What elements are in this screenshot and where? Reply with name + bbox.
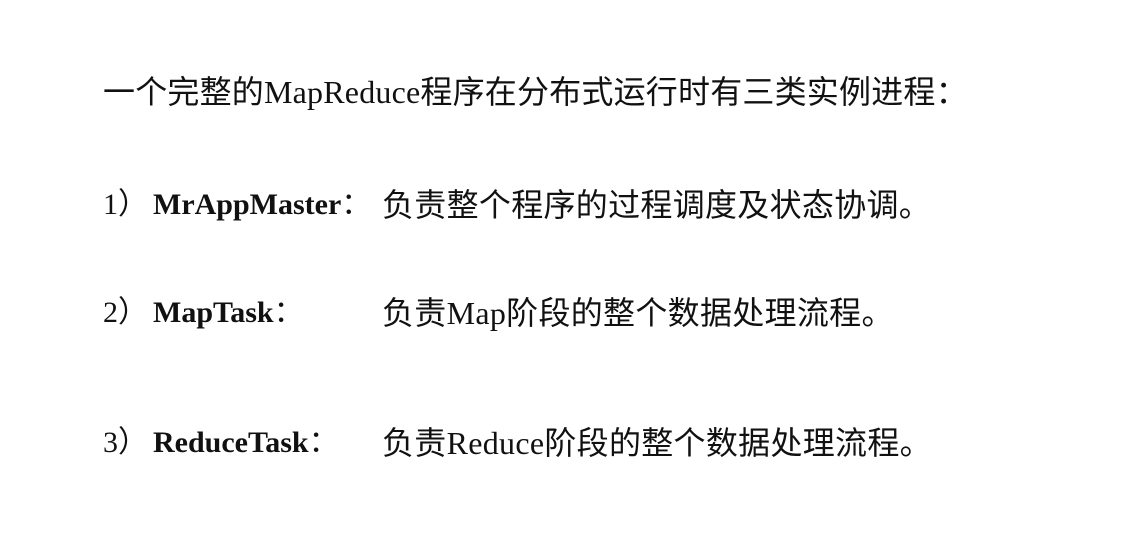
process-item-maptask: 2） MapTask： 负责Map阶段的整个数据处理流程。 — [103, 293, 893, 333]
item-colon: ： — [341, 188, 372, 221]
item-number: 1） — [103, 188, 148, 221]
item-colon: ： — [273, 296, 304, 329]
item-colon: ： — [308, 426, 339, 459]
item-number: 2） — [103, 296, 148, 329]
document-page: 一个完整的MapReduce程序在分布式运行时有三类实例进程： 1） MrAppM… — [0, 0, 1130, 550]
item-role-name: MapTask — [153, 296, 274, 329]
item-description: 负责Reduce阶段的整个数据处理流程。 — [382, 425, 932, 461]
item-number: 3） — [103, 426, 148, 459]
item-description: 负责整个程序的过程调度及状态协调。 — [382, 187, 932, 223]
document-heading: 一个完整的MapReduce程序在分布式运行时有三类实例进程： — [103, 74, 968, 110]
item-role-name: ReduceTask — [153, 426, 309, 459]
item-role-name: MrAppMaster — [153, 188, 342, 221]
process-item-reducetask: 3） ReduceTask： 负责Reduce阶段的整个数据处理流程。 — [103, 423, 932, 463]
item-description: 负责Map阶段的整个数据处理流程。 — [382, 295, 894, 331]
process-item-mrappmaster: 1） MrAppMaster： 负责整个程序的过程调度及状态协调。 — [103, 185, 931, 225]
